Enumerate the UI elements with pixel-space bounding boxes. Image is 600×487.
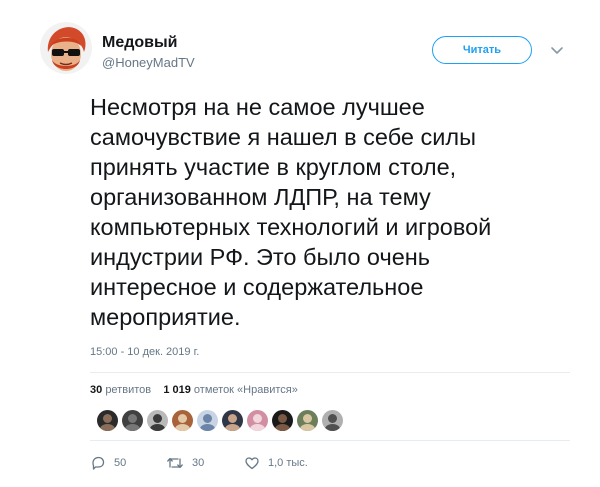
follow-button[interactable]: Читать	[432, 36, 532, 64]
retweet-button[interactable]: 30	[166, 455, 204, 471]
likes-count: 1 019	[163, 384, 191, 396]
retweets-label: ретвитов	[105, 384, 152, 396]
tweet-line: Несмотря на не самое лучшее	[90, 94, 425, 120]
divider	[90, 372, 570, 373]
tweet-line: принять участие в круглом столе,	[90, 154, 457, 180]
retweets-stat[interactable]: 30 ретвитов	[90, 384, 151, 396]
chevron-down-icon[interactable]	[550, 43, 564, 57]
author-name[interactable]: Медовый	[102, 34, 178, 52]
liker-avatar[interactable]	[197, 410, 218, 431]
liker-avatar[interactable]	[272, 410, 293, 431]
heart-icon	[245, 457, 259, 470]
liker-avatar[interactable]	[247, 410, 268, 431]
liker-avatar[interactable]	[322, 410, 343, 431]
liker-avatar[interactable]	[172, 410, 193, 431]
tweet-text: Несмотря на не самое лучшее самочувствие…	[90, 92, 570, 332]
retweet-icon	[167, 457, 183, 469]
reply-count: 50	[114, 457, 127, 469]
liker-avatar[interactable]	[297, 410, 318, 431]
tweet-line: интересное и содержательное	[90, 274, 424, 300]
tweet-stats: 30 ретвитов 1 019 отметок «Нравится»	[90, 384, 298, 396]
tweet-line: самочувствие я нашел в себе силы	[90, 124, 476, 150]
like-button[interactable]: 1,0 тыс.	[244, 455, 308, 471]
reply-icon	[92, 456, 105, 470]
liker-avatar[interactable]	[147, 410, 168, 431]
tweet-line: индустрии РФ. Это было очень	[90, 244, 431, 270]
liker-avatar[interactable]	[122, 410, 143, 431]
liker-avatar[interactable]	[222, 410, 243, 431]
tweet-timestamp[interactable]: 15:00 - 10 дек. 2019 г.	[90, 346, 199, 358]
divider	[90, 440, 570, 441]
retweet-count: 30	[192, 457, 205, 469]
author-avatar[interactable]	[40, 22, 92, 74]
retweets-count: 30	[90, 384, 103, 396]
tweet-line: организованном ЛДПР, на тему	[90, 184, 431, 210]
tweet-line: компьютерных технологий и игровой	[90, 214, 492, 240]
author-handle[interactable]: @HoneyMadTV	[102, 55, 195, 70]
tweet-line: мероприятие.	[90, 304, 241, 330]
like-count: 1,0 тыс.	[268, 457, 308, 469]
reply-button[interactable]: 50	[90, 455, 126, 471]
likes-stat[interactable]: 1 019 отметок «Нравится»	[163, 384, 298, 396]
avatar-image	[40, 22, 92, 74]
liker-avatar[interactable]	[97, 410, 118, 431]
liker-avatars	[97, 410, 343, 432]
likes-label: отметок «Нравится»	[193, 384, 298, 396]
